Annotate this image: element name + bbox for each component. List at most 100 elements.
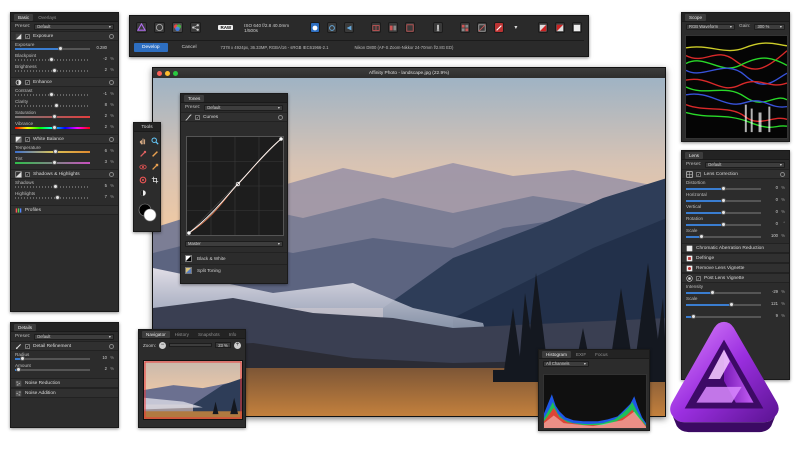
highlights-slider[interactable] (15, 195, 90, 200)
brush-icon[interactable] (432, 22, 443, 33)
tab-focus[interactable]: Focus (591, 351, 612, 358)
shadows-slider[interactable] (15, 184, 90, 189)
preset-select[interactable]: Default ▾ (34, 23, 114, 30)
preset-select[interactable]: Default ▾ (705, 161, 785, 168)
liquify-persona-icon[interactable] (154, 22, 165, 33)
exposure-slider[interactable] (15, 46, 90, 51)
slider-knob[interactable] (51, 68, 57, 73)
develop-persona-icon[interactable] (172, 22, 183, 33)
view-icon-1[interactable] (309, 22, 320, 33)
crop-icon[interactable] (150, 175, 159, 184)
contrast-slider[interactable] (15, 92, 90, 97)
tab-snapshots[interactable]: Snapshots (194, 331, 224, 338)
section-defringe[interactable]: Defringe (682, 253, 789, 263)
tab-exif[interactable]: EXIF (572, 351, 590, 358)
blackpoint-slider[interactable] (15, 57, 90, 62)
color-swatch-icon[interactable] (138, 203, 158, 223)
intensity-slider[interactable] (686, 290, 761, 295)
tab-scope[interactable]: Scope (685, 13, 707, 21)
distortion-slider[interactable] (686, 186, 761, 191)
section-noise-addition[interactable]: Noise Addition (11, 388, 118, 398)
slider-value[interactable]: 6 (92, 148, 108, 154)
slider-knob[interactable] (53, 103, 59, 108)
overlay-gradient-icon[interactable] (138, 175, 147, 184)
curves-graph[interactable] (186, 136, 284, 236)
section-split-toning[interactable]: Split Toning (181, 264, 287, 276)
slider-value[interactable]: 2 (92, 113, 108, 119)
tab-history[interactable]: History (171, 331, 193, 338)
preset-select[interactable]: Default ▾ (204, 104, 283, 111)
slider-knob[interactable] (51, 125, 57, 130)
zoom-value[interactable]: 23 % (215, 342, 231, 348)
rotation-slider[interactable] (686, 222, 761, 227)
shadows-highlights-checkbox[interactable]: ✓ (25, 171, 30, 177)
zoom-out-icon[interactable]: − (159, 341, 167, 349)
slider-value[interactable]: -1 (92, 91, 108, 97)
zoom-slider[interactable] (169, 343, 212, 347)
horizontal-slider[interactable] (686, 198, 761, 203)
curve-point[interactable] (187, 231, 191, 235)
cancel-button[interactable]: Cancel (176, 43, 203, 52)
slider-knob[interactable] (48, 57, 54, 62)
brush-tool-icon[interactable] (150, 149, 159, 158)
red-eye-icon[interactable] (138, 162, 147, 171)
gain-select[interactable]: 300 % ▾ (754, 23, 785, 30)
tab-lens[interactable]: Lens (685, 151, 703, 159)
slider-knob[interactable] (53, 184, 58, 189)
view-icon-2[interactable] (326, 22, 337, 33)
preset-select[interactable]: Default ▾ (34, 333, 114, 340)
navigator-thumbnail[interactable] (143, 360, 243, 420)
zoom-in-icon[interactable]: + (234, 341, 241, 349)
slider-value[interactable]: 3 (92, 159, 108, 165)
section-curves[interactable]: ✓ Curves (181, 112, 287, 122)
hand-icon[interactable] (138, 136, 147, 145)
clip-icon[interactable] (477, 22, 488, 33)
zoom-icon[interactable] (150, 136, 159, 145)
slider-knob[interactable] (57, 46, 63, 51)
slider-value[interactable]: 10 (92, 355, 108, 361)
reset-icon[interactable] (109, 33, 114, 39)
tab-tones[interactable]: Tones (184, 94, 205, 102)
minimize-icon[interactable] (165, 70, 170, 76)
clipping-highlight-icon[interactable] (555, 22, 565, 33)
slider-value[interactable]: 2 (92, 366, 108, 372)
reset-icon[interactable] (109, 79, 114, 85)
tab-navigator[interactable]: Navigator (142, 330, 170, 338)
photo-persona-icon[interactable] (136, 22, 147, 33)
section-black-white[interactable]: Black & White (181, 252, 287, 264)
slider-knob[interactable] (20, 356, 25, 361)
section-profiles[interactable]: Profiles (11, 205, 118, 215)
tab-basic[interactable]: Basic (14, 13, 34, 21)
white-balance-checkbox[interactable]: ✓ (25, 136, 30, 142)
slider-knob[interactable] (53, 149, 58, 154)
slider-value[interactable]: -2 (92, 56, 108, 62)
channel-select[interactable]: Master ▾ (185, 241, 283, 247)
slider-value[interactable]: 7 (92, 194, 108, 200)
overlay-erase-icon[interactable] (138, 188, 147, 197)
reset-icon[interactable] (109, 343, 114, 349)
enhance-checkbox[interactable]: ✓ (25, 79, 30, 85)
tint-slider[interactable] (15, 160, 90, 165)
scope-mode-select[interactable]: RGB Waveform ▾ (686, 23, 735, 30)
post-vignette-checkbox[interactable]: ✓ (696, 275, 701, 281)
lens-correction-checkbox[interactable]: ✓ (696, 171, 701, 177)
reset-icon[interactable] (109, 171, 114, 177)
vertical-slider[interactable] (686, 210, 761, 215)
radius-slider[interactable] (15, 356, 90, 361)
vibrance-slider[interactable] (15, 125, 90, 130)
clipping-shadow-icon[interactable] (538, 22, 548, 33)
brightness-slider[interactable] (15, 68, 90, 73)
slider-value[interactable]: 2 (92, 124, 108, 130)
scale-slider[interactable] (686, 234, 761, 239)
share-persona-icon[interactable] (190, 22, 201, 33)
clarity-slider[interactable] (15, 103, 90, 108)
vignette-scale-slider[interactable] (686, 302, 761, 307)
section-chromatic-aberration[interactable]: Chromatic Aberration Reduction (682, 243, 789, 253)
chevron-down-icon[interactable]: ▾ (511, 22, 520, 33)
reset-icon[interactable] (278, 114, 283, 120)
section-detail-refinement[interactable]: ✓ Detail Refinement (11, 341, 118, 351)
tab-info[interactable]: Info (225, 331, 241, 338)
tab-details[interactable]: Details (14, 323, 37, 331)
detail-refinement-checkbox[interactable]: ✓ (25, 343, 30, 349)
curves-checkbox[interactable]: ✓ (195, 114, 200, 120)
